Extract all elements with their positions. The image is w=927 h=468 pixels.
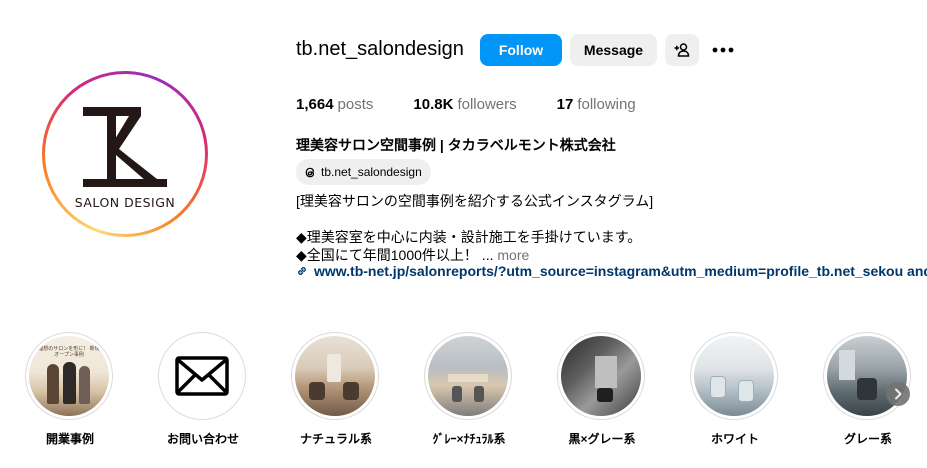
- following-count: 17: [556, 96, 574, 113]
- bio-link-text: www.tb-net.jp/salonreports/?utm_source=i…: [314, 263, 927, 279]
- salon-chair: [343, 382, 359, 400]
- highlight-thumbnail: [694, 336, 774, 416]
- people-silhouette: [47, 364, 59, 404]
- highlight-contact[interactable]: お問い合わせ: [158, 332, 250, 446]
- bio-line-1: [理美容サロンの空間事例を紹介する公式インスタグラム]: [296, 193, 654, 209]
- more-button[interactable]: more: [497, 247, 529, 263]
- people-silhouette: [79, 366, 90, 404]
- highlight-thumbnail: [561, 336, 641, 416]
- threads-icon: [304, 166, 316, 179]
- highlight-ring: [823, 332, 911, 420]
- salon-chair: [452, 386, 462, 402]
- salon-chair: [309, 382, 325, 400]
- posts-label: posts: [337, 96, 374, 113]
- posts-count: 1,664: [296, 96, 334, 113]
- avatar-caption: SALON DESIGN: [74, 195, 176, 210]
- profile-stats: 1,664 posts 10.8K followers 17 following: [296, 96, 676, 113]
- username: tb.net_salondesign: [296, 38, 464, 60]
- highlight-natural[interactable]: ナチュラル系: [291, 332, 383, 446]
- followers-count: 10.8K: [413, 96, 454, 113]
- followers-stat[interactable]: 10.8K followers: [413, 96, 516, 113]
- highlight-ring: [557, 332, 645, 420]
- highlight-thumbnail: 理想のサロンを形に！ 新規オープン事例: [29, 336, 109, 416]
- highlight-white[interactable]: ホワイト: [690, 332, 782, 446]
- salon-mirror: [327, 354, 341, 382]
- highlight-label: ホワイト: [710, 432, 759, 446]
- suggest-users-button[interactable]: [665, 34, 699, 66]
- salon-chair: [738, 380, 754, 402]
- threads-handle: tb.net_salondesign: [321, 165, 422, 179]
- salon-chair: [474, 386, 484, 402]
- salon-mirror: [839, 350, 855, 380]
- highlight-label: 黒×グレー系: [568, 432, 636, 446]
- highlight-open-cases[interactable]: 理想のサロンを形に！ 新規オープン事例 開業事例: [25, 332, 117, 446]
- bio-line-3-text: ◆全国にて年間1000件以上！ ...: [296, 247, 494, 263]
- highlight-ring: [158, 332, 246, 420]
- avatar: SALON DESIGN: [48, 77, 202, 231]
- highlight-label: ｸﾞﾚｰ×ﾅﾁｭﾗﾙ系: [432, 432, 506, 446]
- highlight-ring: [424, 332, 512, 420]
- salon-chair: [597, 388, 613, 402]
- threads-link[interactable]: tb.net_salondesign: [296, 159, 431, 185]
- highlight-ring: [690, 332, 778, 420]
- bio-line-2: ◆理美容室を中心に内装・設計施工を手掛けています。: [296, 229, 642, 245]
- highlight-gray-natural[interactable]: ｸﾞﾚｰ×ﾅﾁｭﾗﾙ系: [424, 332, 516, 446]
- highlight-label: グレー系: [843, 432, 892, 446]
- highlight-gray[interactable]: グレー系: [823, 332, 915, 446]
- highlight-label: お問い合わせ: [166, 432, 239, 446]
- highlight-label: ナチュラル系: [299, 432, 372, 446]
- highlight-label: 開業事例: [45, 432, 94, 446]
- follow-button[interactable]: Follow: [480, 34, 562, 66]
- highlight-black-gray[interactable]: 黒×グレー系: [557, 332, 649, 446]
- highlight-thumbnail: [162, 336, 242, 416]
- following-label: following: [577, 96, 636, 113]
- followers-label: followers: [457, 96, 517, 113]
- tb-logo-icon: [83, 107, 167, 187]
- chevron-right-icon: [895, 388, 902, 400]
- profile-avatar-ring[interactable]: SALON DESIGN: [42, 71, 208, 237]
- salon-chair: [857, 378, 877, 400]
- highlight-ring: [291, 332, 379, 420]
- avatar-inner: SALON DESIGN: [45, 74, 205, 234]
- salon-counter: [448, 374, 488, 382]
- options-button[interactable]: [708, 34, 738, 66]
- envelope-icon: [175, 356, 229, 396]
- bio-link[interactable]: www.tb-net.jp/salonreports/?utm_source=i…: [296, 263, 927, 279]
- more-horizontal-icon: [712, 47, 734, 53]
- add-user-icon: [674, 43, 690, 57]
- highlights-next-button[interactable]: [886, 382, 910, 406]
- posts-stat: 1,664 posts: [296, 96, 373, 113]
- full-name: 理美容サロン空間事例 | タカラベルモント株式会社: [296, 137, 616, 153]
- link-icon: [296, 265, 308, 277]
- salon-chair: [710, 376, 726, 398]
- people-silhouette: [63, 362, 76, 404]
- following-stat[interactable]: 17 following: [557, 96, 636, 113]
- highlight-thumbnail: [428, 336, 508, 416]
- bio-line-3: ◆全国にて年間1000件以上！ ... more: [296, 245, 529, 265]
- highlight-ring: 理想のサロンを形に！ 新規オープン事例: [25, 332, 113, 420]
- salon-mirror: [595, 356, 617, 388]
- highlight-thumb-text: 理想のサロンを形に！ 新規オープン事例: [38, 346, 100, 358]
- message-button[interactable]: Message: [570, 34, 657, 66]
- highlight-thumbnail: [295, 336, 375, 416]
